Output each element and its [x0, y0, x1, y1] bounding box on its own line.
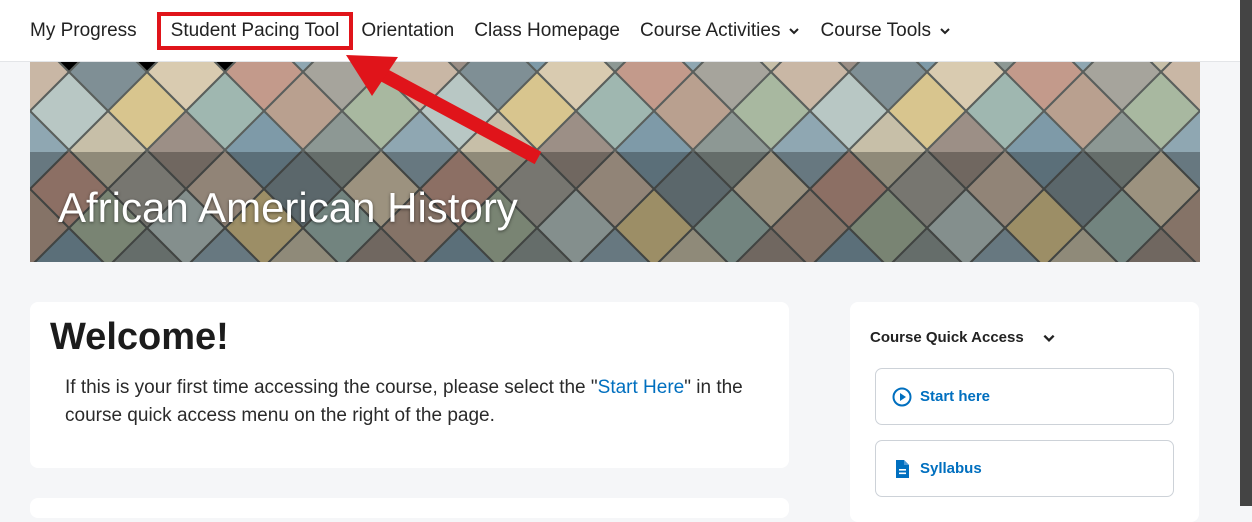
nav-label: Course Tools [820, 19, 932, 41]
chevron-down-icon [940, 27, 950, 34]
welcome-text-part: If this is your first time accessing the… [65, 377, 598, 398]
nav-label: My Progress [30, 19, 137, 41]
syllabus-button[interactable]: Syllabus [875, 440, 1174, 497]
course-banner: African American History [30, 62, 1200, 262]
nav-class-homepage[interactable]: Class Homepage [474, 20, 620, 42]
nav-label: Class Homepage [474, 19, 621, 41]
start-here-label: Start here [920, 388, 991, 405]
welcome-heading: Welcome! [50, 316, 229, 358]
nav-orientation[interactable]: Orientation [361, 20, 454, 42]
content-widget [30, 498, 789, 518]
chevron-down-icon [1043, 334, 1055, 342]
quick-access-header[interactable]: Course Quick Access [870, 329, 1056, 346]
quick-access-title: Course Quick Access [870, 329, 1024, 346]
tile-pattern-image [30, 62, 1200, 262]
course-title: African American History [58, 184, 518, 231]
document-icon [896, 459, 909, 478]
welcome-widget: Welcome! If this is your first time acce… [30, 302, 789, 468]
nav-label: Course Activities [640, 19, 781, 41]
course-navbar: My Progress Student Pacing Tool Orientat… [0, 0, 1240, 62]
course-quick-access-widget: Course Quick Access Start here Syllabus [850, 302, 1199, 522]
syllabus-label: Syllabus [920, 460, 982, 477]
nav-course-activities-dropdown[interactable]: Course Activities [640, 20, 800, 42]
nav-student-pacing-tool[interactable]: Student Pacing Tool [156, 11, 354, 50]
chevron-down-icon [789, 27, 800, 34]
welcome-text: If this is your first time accessing the… [65, 374, 765, 430]
nav-label: Orientation [361, 19, 455, 41]
play-circle-icon [892, 387, 912, 406]
nav-course-tools-dropdown[interactable]: Course Tools [820, 20, 951, 42]
nav-my-progress[interactable]: My Progress [30, 20, 137, 42]
nav-label: Student Pacing Tool [170, 19, 340, 41]
start-here-button[interactable]: Start here [875, 368, 1174, 425]
start-here-link[interactable]: Start Here [598, 377, 685, 398]
scrollbar[interactable] [1240, 0, 1252, 506]
